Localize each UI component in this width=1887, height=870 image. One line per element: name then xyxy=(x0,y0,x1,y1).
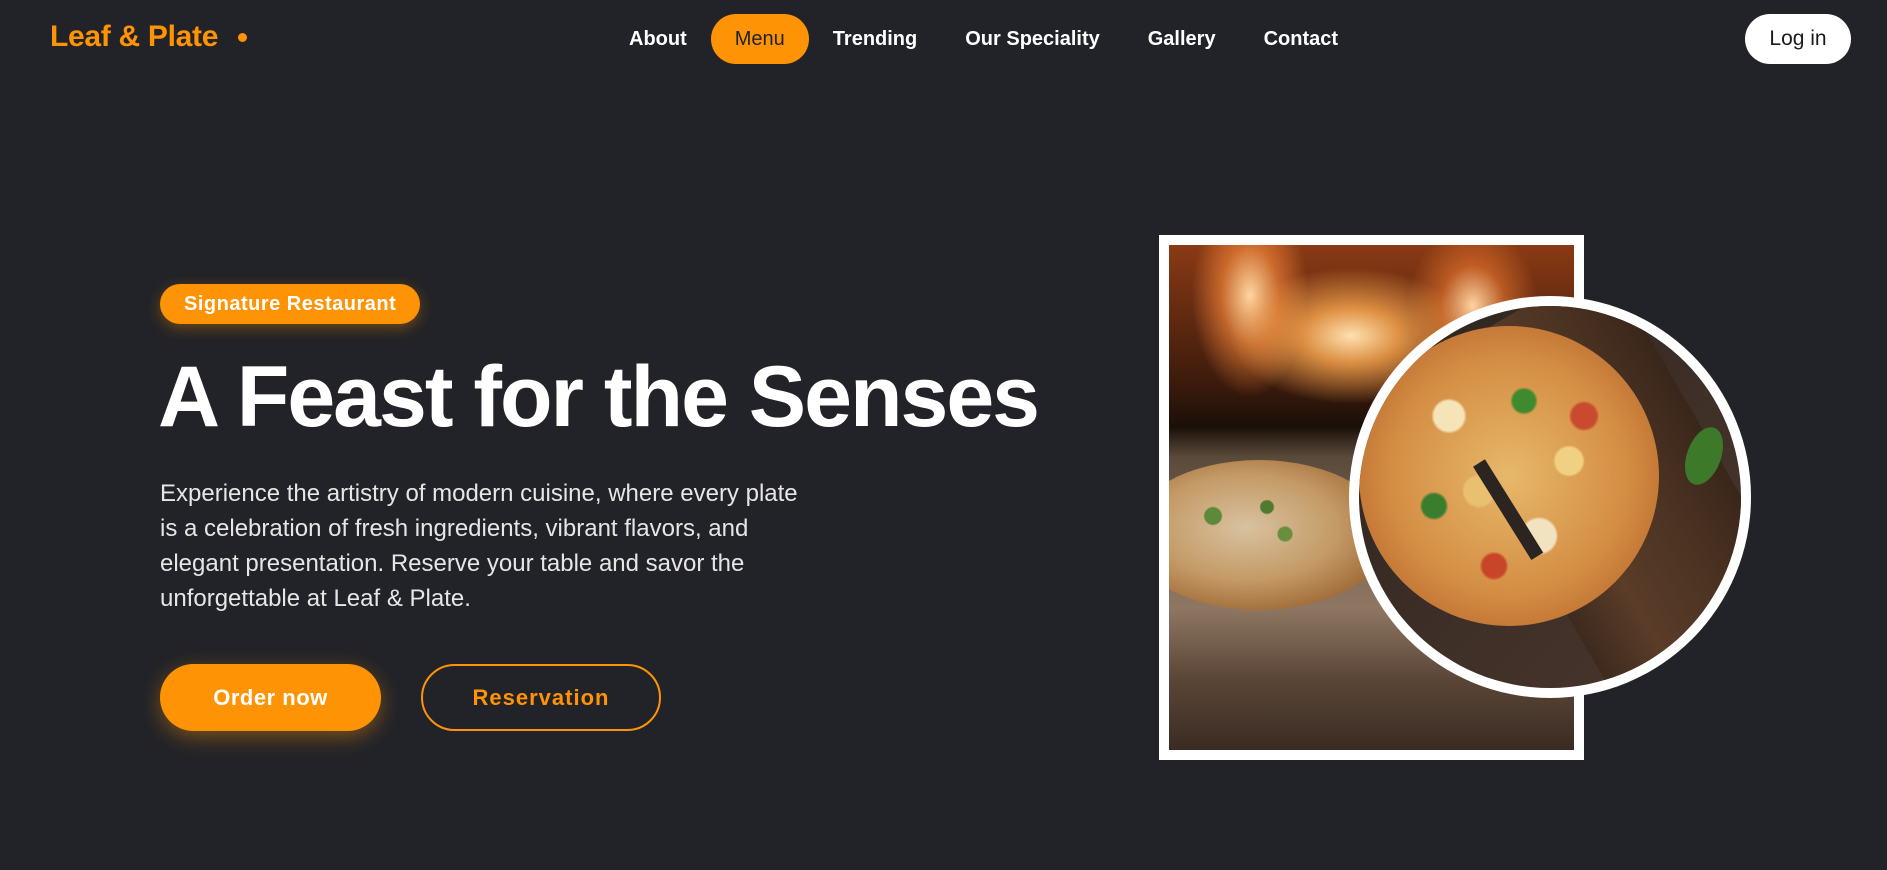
nav-item-our-speciality[interactable]: Our Speciality xyxy=(941,14,1124,64)
nav-item-trending[interactable]: Trending xyxy=(809,14,941,64)
signature-badge: Signature Restaurant xyxy=(160,284,421,324)
brand-logo[interactable]: Leaf & Plate xyxy=(50,20,248,54)
pizza-shape xyxy=(1359,326,1659,626)
order-now-button[interactable]: Order now xyxy=(160,664,381,731)
main-nav: About Menu Trending Our Speciality Galle… xyxy=(605,14,1362,64)
nav-item-about[interactable]: About xyxy=(605,14,711,64)
sliced-pizza-photo xyxy=(1359,306,1741,688)
nav-item-menu[interactable]: Menu xyxy=(710,14,809,64)
hero-description: Experience the artistry of modern cuisin… xyxy=(160,480,798,612)
nav-item-contact[interactable]: Contact xyxy=(1240,14,1362,64)
nav-item-gallery[interactable]: Gallery xyxy=(1124,14,1240,64)
hero-title: A Feast for the Senses xyxy=(158,349,1040,445)
login-button[interactable]: Log in xyxy=(1745,14,1851,64)
brand-dot-icon xyxy=(238,32,248,42)
reservation-button[interactable]: Reservation xyxy=(421,664,661,731)
pizza-photo-circle xyxy=(1349,296,1751,698)
brand-name: Leaf & Plate xyxy=(50,20,219,53)
